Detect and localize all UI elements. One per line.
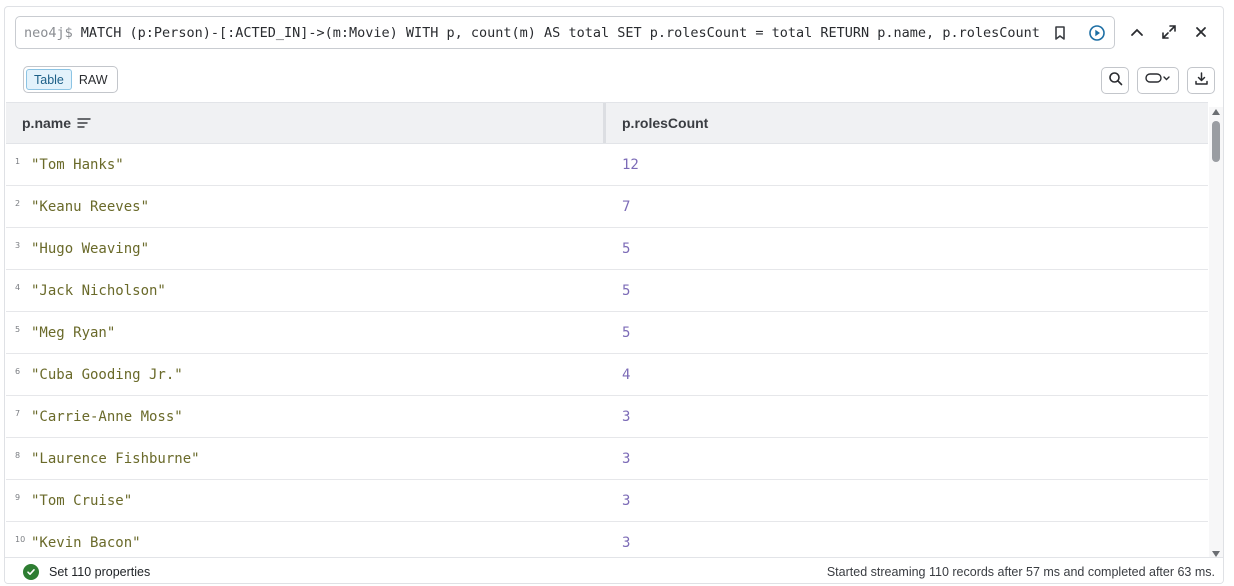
row-number: 4 <box>15 283 21 292</box>
row-number: 9 <box>15 493 21 502</box>
table-row: 9 "Tom Cruise" 3 <box>6 480 1208 522</box>
scroll-up-icon <box>1212 109 1220 115</box>
roles-count-cell: 7 <box>622 198 631 215</box>
roles-count-cell: 5 <box>622 324 631 341</box>
close-icon[interactable] <box>1191 22 1211 42</box>
chevron-up-icon[interactable] <box>1127 22 1147 42</box>
row-number: 6 <box>15 367 21 376</box>
name-cell: "Tom Cruise" <box>31 492 133 509</box>
table-row: 7 "Carrie-Anne Moss" 3 <box>6 396 1208 438</box>
name-cell: "Carrie-Anne Moss" <box>31 408 183 425</box>
query-prompt: neo4j$ <box>24 24 73 41</box>
query-text[interactable]: MATCH (p:Person)-[:ACTED_IN]->(m:Movie) … <box>81 25 1045 41</box>
row-number: 2 <box>15 199 21 208</box>
row-number: 7 <box>15 409 21 418</box>
table-row: 4 "Jack Nicholson" 5 <box>6 270 1208 312</box>
column-header-label: p.rolesCount <box>622 115 709 131</box>
view-toggle: Table RAW <box>23 66 118 93</box>
tab-table[interactable]: Table <box>26 69 72 90</box>
column-header-label: p.name <box>22 115 72 131</box>
name-cell: "Keanu Reeves" <box>31 198 150 215</box>
name-cell: "Hugo Weaving" <box>31 240 150 257</box>
name-cell: "Jack Nicholson" <box>31 282 166 299</box>
table-row: 8 "Laurence Fishburne" 3 <box>6 438 1208 480</box>
roles-count-cell: 5 <box>622 240 631 257</box>
check-circle-icon <box>23 563 39 580</box>
status-footer: Set 110 properties Started streaming 110… <box>5 557 1223 583</box>
search-button[interactable] <box>1101 67 1129 94</box>
table-row: 10 "Kevin Bacon" 3 <box>6 522 1208 557</box>
row-number: 10 <box>15 535 26 544</box>
roles-count-cell: 3 <box>622 450 631 467</box>
bookmark-icon[interactable] <box>1050 23 1070 43</box>
pill-dropdown-icon <box>1144 71 1172 90</box>
row-number: 3 <box>15 241 21 250</box>
name-cell: "Meg Ryan" <box>31 324 116 341</box>
roles-count-cell: 4 <box>622 366 631 383</box>
table-row: 5 "Meg Ryan" 5 <box>6 312 1208 354</box>
name-cell: "Laurence Fishburne" <box>31 450 200 467</box>
name-cell: "Cuba Gooding Jr." <box>31 366 183 383</box>
status-message: Set 110 properties <box>49 564 151 579</box>
column-header-name[interactable]: p.name <box>6 103 606 143</box>
result-frame: neo4j$ MATCH (p:Person)-[:ACTED_IN]->(m:… <box>4 6 1224 584</box>
table-row: 2 "Keanu Reeves" 7 <box>6 186 1208 228</box>
play-circle-icon[interactable] <box>1087 23 1107 43</box>
name-cell: "Tom Hanks" <box>31 156 124 173</box>
search-icon <box>1108 71 1123 91</box>
row-number: 1 <box>15 157 21 166</box>
download-button[interactable] <box>1187 67 1215 94</box>
query-editor[interactable]: neo4j$ MATCH (p:Person)-[:ACTED_IN]->(m:… <box>15 16 1115 49</box>
table-row: 6 "Cuba Gooding Jr." 4 <box>6 354 1208 396</box>
roles-count-cell: 3 <box>622 492 631 509</box>
display-options-button[interactable] <box>1137 67 1179 94</box>
tab-raw[interactable]: RAW <box>72 69 115 90</box>
download-icon <box>1194 71 1209 91</box>
table-header: p.name p.rolesCount <box>6 102 1208 144</box>
roles-count-cell: 12 <box>622 156 639 173</box>
row-number: 8 <box>15 451 21 460</box>
expand-icon[interactable] <box>1159 22 1179 42</box>
row-number: 5 <box>15 325 21 334</box>
scrollbar-thumb[interactable] <box>1212 121 1220 162</box>
vertical-scrollbar[interactable] <box>1209 107 1223 557</box>
table-row: 3 "Hugo Weaving" 5 <box>6 228 1208 270</box>
results-table: p.name p.rolesCount 1 "Tom Hanks" 12 2 "Ke… <box>6 102 1208 557</box>
roles-count-cell: 3 <box>622 534 631 551</box>
table-row: 1 "Tom Hanks" 12 <box>6 144 1208 186</box>
sort-lines-icon[interactable] <box>77 117 91 129</box>
column-header-rolescount[interactable]: p.rolesCount <box>606 103 1208 143</box>
roles-count-cell: 5 <box>622 282 631 299</box>
query-summary: Started streaming 110 records after 57 m… <box>826 564 1215 579</box>
roles-count-cell: 3 <box>622 408 631 425</box>
name-cell: "Kevin Bacon" <box>31 534 141 551</box>
